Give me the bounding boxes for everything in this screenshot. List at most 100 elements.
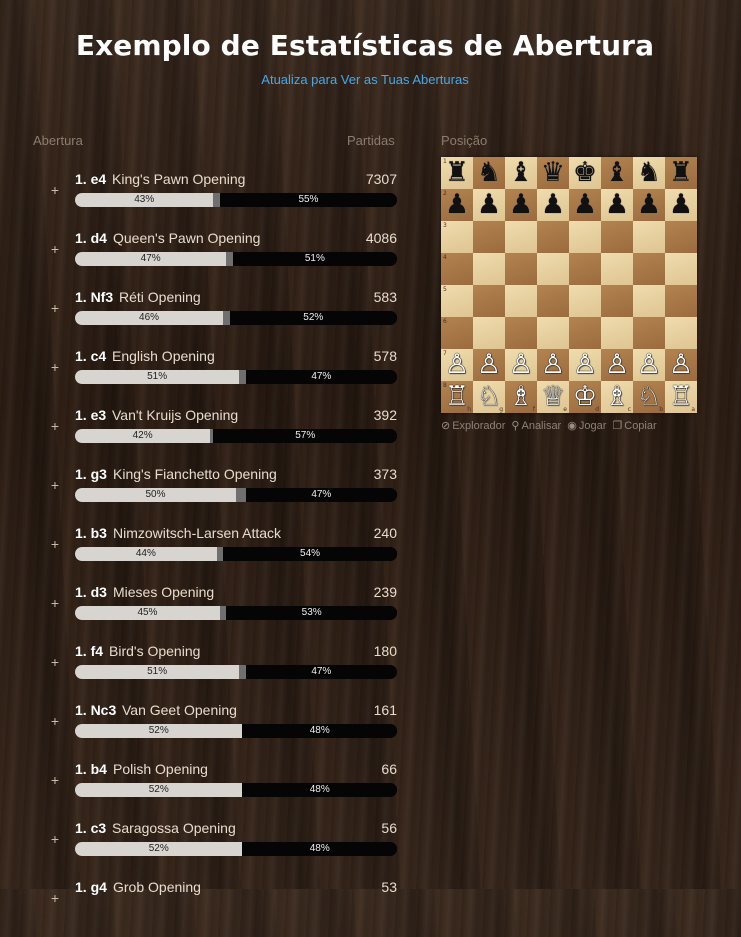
board-square[interactable]: ♟ <box>633 189 665 221</box>
opening-row[interactable]: +1. g4 Grob Opening 53 <box>0 878 410 937</box>
black-pawn-icon[interactable]: ♟ <box>541 189 565 221</box>
expand-icon[interactable]: + <box>50 654 60 670</box>
white-king-icon[interactable]: ♔ <box>573 381 597 413</box>
analisar-button[interactable]: ⚲ Analisar <box>511 419 561 433</box>
expand-icon[interactable]: + <box>50 418 60 434</box>
white-pawn-icon[interactable]: ♙ <box>573 349 597 381</box>
black-knight-icon[interactable]: ♞ <box>477 157 501 189</box>
board-square[interactable]: 1 ♜ <box>441 157 473 189</box>
white-pawn-icon[interactable]: ♙ <box>669 349 693 381</box>
board-square[interactable] <box>665 317 697 349</box>
board-square[interactable] <box>633 285 665 317</box>
black-pawn-icon[interactable]: ♟ <box>637 189 661 221</box>
board-square[interactable]: 3 <box>441 221 473 253</box>
board-square[interactable] <box>473 253 505 285</box>
board-square[interactable]: ♙ <box>601 349 633 381</box>
black-rook-icon[interactable]: ♜ <box>445 157 469 189</box>
board-square[interactable]: ♞ <box>473 157 505 189</box>
opening-row[interactable]: +1. c4 English Opening 578 51% 47% <box>0 347 410 406</box>
expand-icon[interactable]: + <box>50 182 60 198</box>
board-square[interactable]: 6 <box>441 317 473 349</box>
board-square[interactable] <box>569 285 601 317</box>
white-pawn-icon[interactable]: ♙ <box>605 349 629 381</box>
board-square[interactable]: 2 ♟ <box>441 189 473 221</box>
black-pawn-icon[interactable]: ♟ <box>605 189 629 221</box>
board-square[interactable]: ♟ <box>537 189 569 221</box>
black-bishop-icon[interactable]: ♝ <box>605 157 629 189</box>
jogar-button[interactable]: ◉ Jogar <box>567 419 606 433</box>
opening-name[interactable]: Saragossa Opening <box>112 820 236 836</box>
expand-icon[interactable]: + <box>50 890 60 906</box>
opening-row[interactable]: +1. Nf3 Réti Opening 583 46% 52% <box>0 288 410 347</box>
black-knight-icon[interactable]: ♞ <box>637 157 661 189</box>
board-square[interactable]: e ♕ <box>537 381 569 413</box>
white-knight-icon[interactable]: ♘ <box>637 381 661 413</box>
black-king-icon[interactable]: ♚ <box>573 157 597 189</box>
opening-row[interactable]: +1. e4 King's Pawn Opening 7307 43% 55% <box>0 170 410 229</box>
board-square[interactable] <box>537 285 569 317</box>
board-square[interactable]: ♙ <box>505 349 537 381</box>
black-pawn-icon[interactable]: ♟ <box>509 189 533 221</box>
board-square[interactable] <box>505 221 537 253</box>
board-square[interactable]: a ♖ <box>665 381 697 413</box>
white-pawn-icon[interactable]: ♙ <box>541 349 565 381</box>
chess-board[interactable]: 1 ♜ ♞ ♝ ♛ ♚ ♝ ♞ ♜ 2 ♟ ♟ ♟ ♟ ♟ ♟ ♟ ♟ 3 4 5 6 7 ♙ ♙ ♙ ♙ ♙ ♙ ♙ ♙ 8 h ♖ g ♘ f ♗ e ♕… <box>441 157 697 413</box>
black-pawn-icon[interactable]: ♟ <box>445 189 469 221</box>
board-square[interactable]: ♛ <box>537 157 569 189</box>
board-square[interactable] <box>537 317 569 349</box>
board-square[interactable] <box>601 221 633 253</box>
board-square[interactable]: d ♔ <box>569 381 601 413</box>
white-rook-icon[interactable]: ♖ <box>669 381 693 413</box>
opening-row[interactable]: +1. g3 King's Fianchetto Opening 373 50% 47% <box>0 465 410 524</box>
opening-name[interactable]: Van't Kruijs Opening <box>112 407 238 423</box>
white-bishop-icon[interactable]: ♗ <box>509 381 533 413</box>
board-square[interactable] <box>505 285 537 317</box>
board-square[interactable] <box>601 253 633 285</box>
opening-row[interactable]: +1. e3 Van't Kruijs Opening 392 42% 57% <box>0 406 410 465</box>
opening-row[interactable]: +1. b3 Nimzowitsch-Larsen Attack 240 44% 54% <box>0 524 410 583</box>
board-square[interactable] <box>473 221 505 253</box>
opening-name[interactable]: King's Fianchetto Opening <box>113 466 277 482</box>
board-square[interactable]: ♝ <box>505 157 537 189</box>
explorador-button[interactable]: ⊘ Explorador <box>441 419 505 433</box>
white-pawn-icon[interactable]: ♙ <box>477 349 501 381</box>
board-square[interactable] <box>569 221 601 253</box>
board-square[interactable]: ♙ <box>473 349 505 381</box>
board-square[interactable] <box>633 221 665 253</box>
board-square[interactable] <box>569 317 601 349</box>
board-square[interactable]: ♚ <box>569 157 601 189</box>
white-pawn-icon[interactable]: ♙ <box>509 349 533 381</box>
board-square[interactable] <box>569 253 601 285</box>
board-square[interactable] <box>665 221 697 253</box>
board-square[interactable] <box>633 317 665 349</box>
opening-row[interactable]: +1. f4 Bird's Opening 180 51% 47% <box>0 642 410 701</box>
board-square[interactable]: 5 <box>441 285 473 317</box>
board-square[interactable]: g ♘ <box>473 381 505 413</box>
opening-row[interactable]: +1. b4 Polish Opening 66 52% 48% <box>0 760 410 819</box>
white-pawn-icon[interactable]: ♙ <box>637 349 661 381</box>
black-pawn-icon[interactable]: ♟ <box>573 189 597 221</box>
board-square[interactable]: ♟ <box>473 189 505 221</box>
expand-icon[interactable]: + <box>50 772 60 788</box>
opening-name[interactable]: Réti Opening <box>119 289 201 305</box>
board-square[interactable] <box>473 317 505 349</box>
board-square[interactable]: ♙ <box>537 349 569 381</box>
board-square[interactable]: ♙ <box>633 349 665 381</box>
opening-row[interactable]: +1. c3 Saragossa Opening 56 52% 48% <box>0 819 410 878</box>
white-rook-icon[interactable]: ♖ <box>445 381 469 413</box>
black-rook-icon[interactable]: ♜ <box>669 157 693 189</box>
board-grid[interactable]: 1 ♜ ♞ ♝ ♛ ♚ ♝ ♞ ♜ 2 ♟ ♟ ♟ ♟ ♟ ♟ ♟ ♟ 3 4 5 6 7 ♙ ♙ ♙ ♙ ♙ ♙ ♙ ♙ 8 h ♖ g ♘ f ♗ e ♕… <box>441 157 697 413</box>
black-pawn-icon[interactable]: ♟ <box>669 189 693 221</box>
expand-icon[interactable]: + <box>50 595 60 611</box>
opening-name[interactable]: Queen's Pawn Opening <box>113 230 260 246</box>
opening-name[interactable]: Grob Opening <box>113 879 201 895</box>
board-square[interactable]: ♟ <box>569 189 601 221</box>
opening-row[interactable]: +1. d3 Mieses Opening 239 45% 53% <box>0 583 410 642</box>
expand-icon[interactable]: + <box>50 536 60 552</box>
board-square[interactable] <box>601 317 633 349</box>
board-square[interactable]: 4 <box>441 253 473 285</box>
board-square[interactable] <box>537 221 569 253</box>
black-bishop-icon[interactable]: ♝ <box>509 157 533 189</box>
expand-icon[interactable]: + <box>50 359 60 375</box>
board-square[interactable]: f ♗ <box>505 381 537 413</box>
